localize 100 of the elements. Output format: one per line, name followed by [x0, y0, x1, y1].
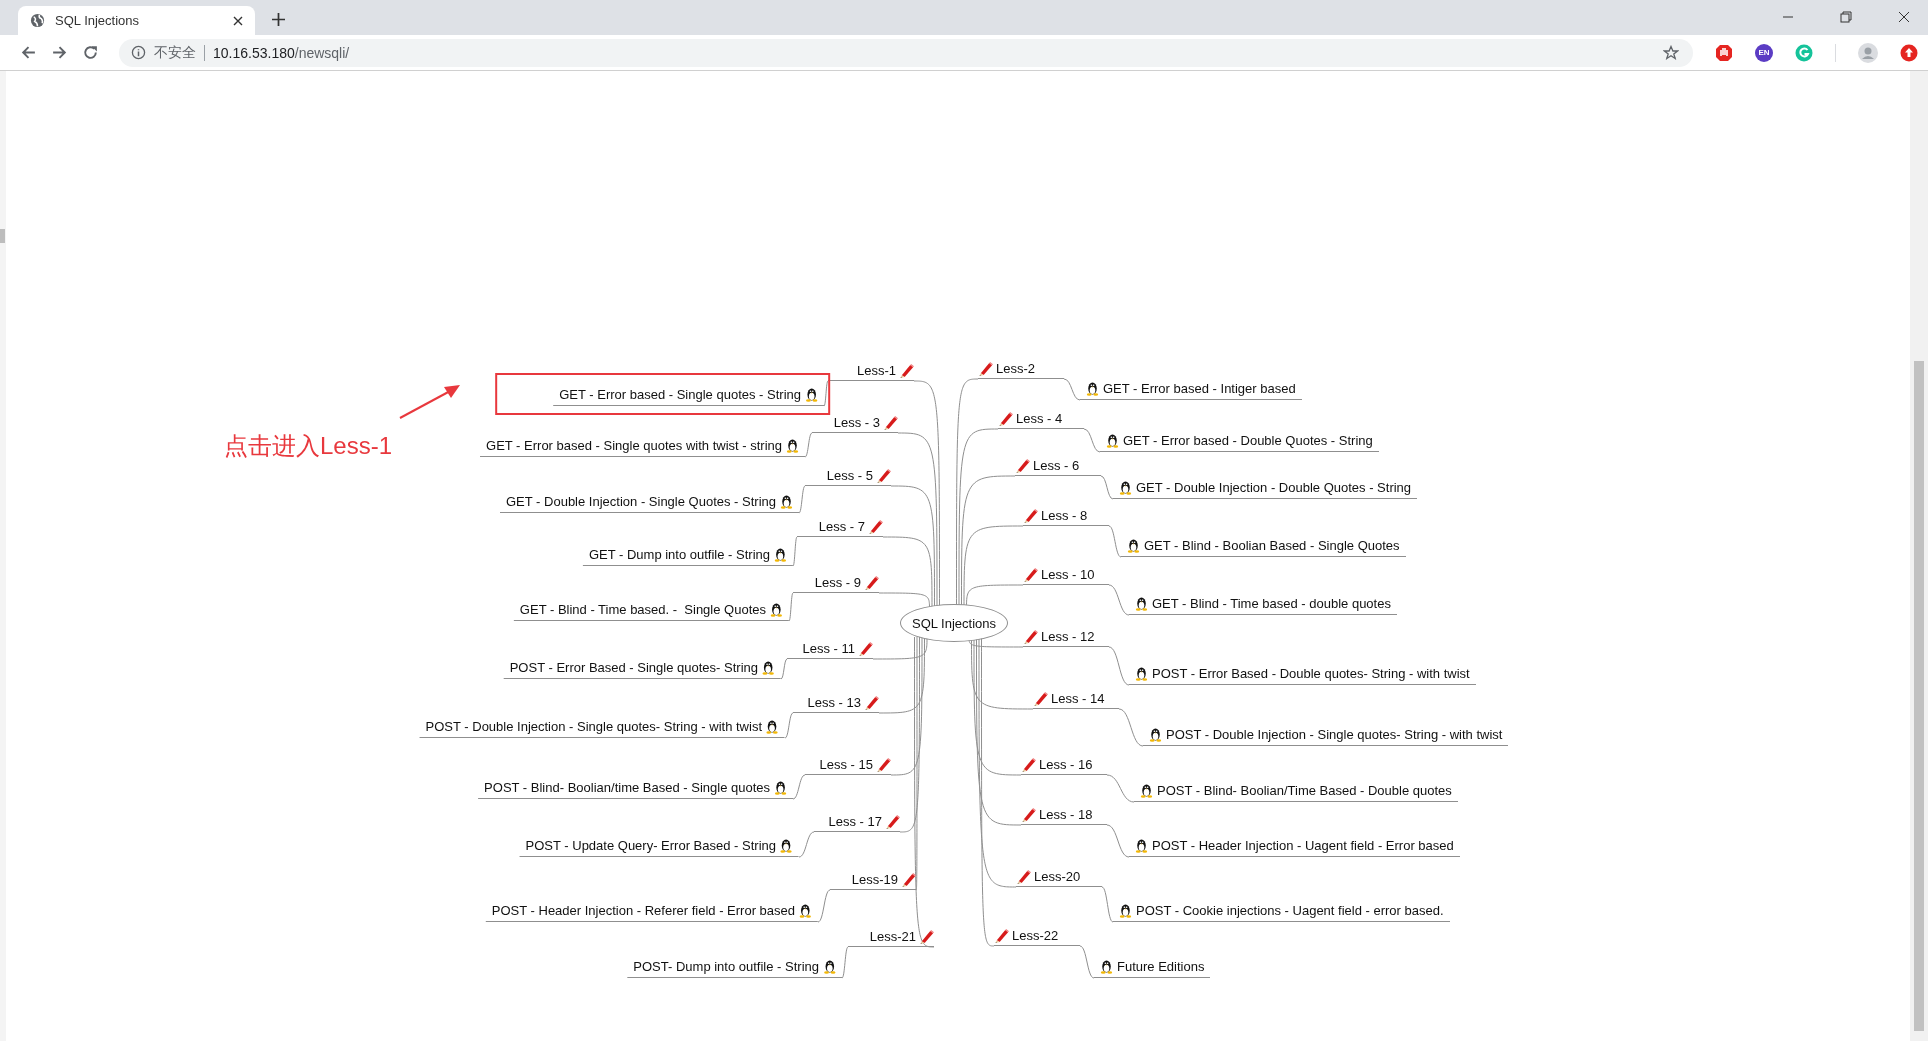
penguin-icon — [1135, 595, 1148, 611]
pencil-icon — [876, 468, 891, 483]
lesson-title[interactable]: GET - Error based - Intiger based — [1103, 380, 1296, 396]
lesson-title[interactable]: GET - Blind - Time based. - Single Quotes — [519, 601, 766, 617]
language-extension-button[interactable]: EN — [1755, 43, 1773, 62]
lesson-title[interactable]: POST - Blind- Boolian/Time Based - Double quotes — [1157, 782, 1452, 798]
lesson-link[interactable]: Less - 14 — [1033, 689, 1119, 709]
star-icon[interactable] — [1663, 44, 1679, 61]
lesson-title[interactable]: POST - Error Based - Double quotes- String - with twist — [1152, 665, 1470, 681]
lesson-link[interactable]: Less-20 — [1016, 867, 1102, 887]
restore-icon[interactable] — [1840, 11, 1852, 23]
lesson-title[interactable]: POST - Cookie injections - Uagent field - error based. — [1136, 902, 1444, 918]
new-tab-icon[interactable] — [272, 13, 285, 26]
info-icon — [131, 45, 146, 60]
lesson-link[interactable]: Less-19 — [830, 870, 916, 890]
penguin-icon — [1106, 432, 1119, 448]
lesson-link[interactable]: Less - 11 — [787, 639, 873, 659]
lesson-link[interactable]: Less - 3 — [812, 413, 898, 433]
lesson-link[interactable]: Less-22 — [994, 926, 1080, 946]
pencil-icon — [978, 361, 993, 376]
lesson-title[interactable]: Future Editions — [1117, 958, 1205, 974]
pencil-icon — [864, 695, 879, 710]
lesson-title[interactable]: POST - Header Injection - Uagent field - Error based — [1152, 837, 1454, 853]
lesson-title[interactable]: POST - Double Injection - Single quotes- String - with twist — [425, 718, 762, 734]
penguin-icon — [774, 546, 787, 562]
hand-icon[interactable] — [1715, 43, 1733, 62]
penguin-icon — [823, 958, 836, 974]
lesson-link[interactable]: Less - 9 — [793, 573, 879, 593]
globe-icon — [30, 13, 45, 28]
lesson-title[interactable]: POST - Double Injection - Single quotes- String - with twist — [1166, 726, 1503, 742]
lesson-link[interactable]: Less - 5 — [805, 466, 891, 486]
lesson-title[interactable]: GET - Blind - Time based - double quotes — [1152, 595, 1391, 611]
center-node[interactable]: SQL Injections — [900, 604, 1008, 642]
lesson-link[interactable]: Less - 18 — [1021, 805, 1107, 825]
browser-tab[interactable]: SQL Injections — [18, 6, 255, 35]
lesson-link[interactable]: Less - 16 — [1021, 755, 1107, 775]
url-text: 10.16.53.180/newsqli/ — [213, 44, 350, 61]
lesson-title[interactable]: GET - Blind - Boolian Based - Single Quotes — [1144, 537, 1400, 553]
pencil-icon — [868, 519, 883, 534]
pencil-icon — [1023, 629, 1038, 644]
avatar-icon[interactable] — [1858, 42, 1878, 63]
lesson-title[interactable]: GET - Error based - Double Quotes - String — [1123, 432, 1373, 448]
lesson-link[interactable]: Less - 7 — [797, 517, 883, 537]
lesson-link[interactable]: Less - 4 — [998, 409, 1084, 429]
lesson-link[interactable]: Less - 8 — [1023, 506, 1109, 526]
annotation-text: 点击进入Less-1 — [224, 431, 393, 461]
lesson-title[interactable]: GET - Double Injection - Single Quotes - String — [506, 493, 776, 509]
lesson-title[interactable]: POST- Dump into outfile - String — [633, 958, 819, 974]
lesson-link[interactable]: Less - 17 — [814, 812, 900, 832]
lesson-title[interactable]: POST - Error Based - Single quotes- String — [509, 659, 758, 675]
reload-icon[interactable] — [82, 44, 99, 61]
tab-title: SQL Injections — [55, 13, 141, 28]
update-icon[interactable] — [1900, 43, 1918, 62]
pencil-icon — [876, 757, 891, 772]
penguin-icon — [780, 837, 793, 853]
lesson-link[interactable]: Less - 10 — [1023, 565, 1109, 585]
penguin-icon — [762, 659, 775, 675]
lesson-title[interactable]: POST - Update Query- Error Based - String — [525, 837, 776, 853]
lesson-link[interactable]: Less-2 — [978, 359, 1064, 379]
address-bar[interactable]: 不安全 10.16.53.180/newsqli/ — [119, 38, 1693, 67]
pencil-icon — [919, 929, 934, 944]
pencil-icon — [901, 872, 916, 887]
pencil-icon — [1023, 508, 1038, 523]
annotation-arrow — [399, 385, 460, 419]
lesson-title[interactable]: GET - Dump into outfile - String — [588, 546, 770, 562]
lesson-title[interactable]: GET - Error based - Single quotes - String — [559, 386, 801, 402]
lesson-link[interactable]: Less - 15 — [805, 755, 891, 775]
penguin-icon — [770, 601, 783, 617]
pencil-icon — [858, 641, 873, 656]
penguin-icon — [766, 718, 779, 734]
pencil-icon — [1021, 757, 1036, 772]
penguin-icon — [805, 386, 818, 402]
lesson-link[interactable]: Less - 12 — [1023, 627, 1109, 647]
lesson-title[interactable]: POST - Header Injection - Referer field - Error based — [491, 902, 795, 918]
pencil-icon — [1021, 807, 1036, 822]
lesson-link[interactable]: Less-21 — [848, 927, 934, 947]
lesson-link[interactable]: Less-1 — [828, 361, 914, 381]
lesson-link[interactable]: Less - 6 — [1015, 456, 1101, 476]
scrollbar[interactable] — [1910, 71, 1928, 1041]
close-icon[interactable] — [1898, 11, 1910, 23]
penguin-icon — [774, 779, 787, 795]
pencil-icon — [994, 928, 1009, 943]
lesson-title[interactable]: GET - Double Injection - Double Quotes - String — [1136, 479, 1412, 495]
lesson-title[interactable]: POST - Blind- Boolian/time Based - Single quotes — [484, 779, 770, 795]
pencil-icon — [864, 575, 879, 590]
forward-icon[interactable] — [51, 44, 68, 61]
scrollbar[interactable] — [0, 71, 6, 1041]
penguin-icon — [1127, 537, 1140, 553]
close-icon[interactable] — [233, 15, 243, 26]
penguin-icon — [1135, 837, 1148, 853]
pencil-icon — [1015, 458, 1030, 473]
pencil-icon — [1016, 869, 1031, 884]
penguin-icon — [1119, 902, 1132, 918]
penguin-icon — [1086, 380, 1099, 396]
back-icon[interactable] — [20, 44, 37, 61]
lesson-title[interactable]: GET - Error based - Single quotes with twist - string — [486, 437, 782, 453]
pencil-icon — [1023, 567, 1038, 582]
penguin-icon — [1119, 479, 1132, 495]
pencil-icon — [899, 363, 914, 378]
lesson-link[interactable]: Less - 13 — [793, 693, 879, 713]
